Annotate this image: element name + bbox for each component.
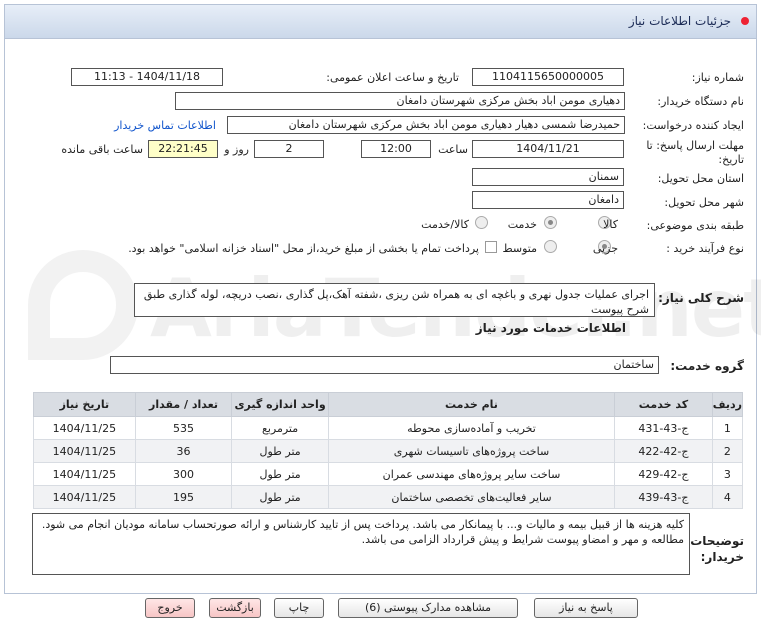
cell-service-name: ساخت سایر پروژه‌های مهندسی عمران bbox=[327, 462, 616, 486]
buyer-contact-link[interactable]: اطلاعات تماس خریدار bbox=[114, 119, 216, 132]
process-minor-label: جزیی bbox=[592, 242, 618, 255]
deadline-label: مهلت ارسال پاسخ: تا تاریخ: bbox=[646, 139, 744, 166]
service-group-label: گروه خدمت: bbox=[670, 359, 744, 373]
cell-row-number: 3 bbox=[711, 462, 744, 486]
cell-quantity: 535 bbox=[134, 416, 233, 440]
category-goods-label: کالا bbox=[603, 218, 618, 231]
cell-quantity: 195 bbox=[134, 485, 233, 509]
cell-row-number: 4 bbox=[711, 485, 744, 509]
service-group-field: ساختمان bbox=[110, 356, 659, 374]
remaining-time-field: 22:21:45 bbox=[148, 140, 218, 158]
table-row: 1 ج-43-431 تخریب و آماده‌سازی محوطه مترم… bbox=[33, 416, 744, 440]
cell-quantity: 36 bbox=[134, 439, 233, 463]
deadline-date-field: 1404/11/21 bbox=[472, 140, 624, 158]
province-field: سمنان bbox=[472, 168, 624, 186]
need-number-label: شماره نیاز: bbox=[691, 71, 744, 84]
cell-row-number: 1 bbox=[711, 416, 744, 440]
col-service-code: کد خدمت bbox=[614, 392, 713, 417]
process-medium-label: متوسط bbox=[502, 242, 537, 255]
print-button[interactable]: چاپ bbox=[274, 598, 324, 618]
cell-service-code: ج-43-439 bbox=[614, 485, 713, 509]
buyer-label: نام دستگاه خریدار: bbox=[657, 95, 744, 108]
notes-textarea[interactable]: کلیه هزینه ها از قبیل بیمه و مالیات و...… bbox=[32, 513, 690, 575]
deadline-time-field: 12:00 bbox=[361, 140, 431, 158]
announce-date-field: 1404/11/18 - 11:13 bbox=[71, 68, 223, 86]
notes-line-2: مطالعه و مهر و امضاو پیوست شرایط و پیش ق… bbox=[361, 533, 684, 546]
cell-unit: متر طول bbox=[231, 462, 329, 486]
category-goods-service-label: کالا/خدمت bbox=[421, 218, 469, 231]
province-label: استان محل تحویل: bbox=[657, 172, 744, 185]
creator-field: حمیدرضا شمسی دهیار دهیاری مومن اباد بخش … bbox=[227, 116, 625, 134]
announce-date-label: تاریخ و ساعت اعلان عمومی: bbox=[326, 71, 459, 84]
col-unit: واحد اندازه گیری bbox=[231, 392, 329, 417]
cell-service-code: ج-43-431 bbox=[614, 416, 713, 440]
col-quantity: تعداد / مقدار bbox=[134, 392, 233, 417]
col-service-name: نام خدمت bbox=[327, 392, 616, 417]
services-table: ردیف کد خدمت نام خدمت واحد اندازه گیری ت… bbox=[33, 392, 744, 509]
treasury-note: پرداخت تمام یا بخشی از مبلغ خرید،از محل … bbox=[128, 242, 479, 255]
remaining-label: ساعت باقی مانده bbox=[61, 143, 143, 156]
summary-label: شرح کلی نیاز: bbox=[658, 291, 744, 305]
category-service-label: خدمت bbox=[507, 218, 537, 231]
treasury-checkbox[interactable] bbox=[485, 241, 497, 253]
table-row: 4 ج-43-439 سایر فعالیت‌های تخصصی ساختمان… bbox=[33, 485, 744, 509]
deadline-time-label: ساعت bbox=[438, 143, 468, 156]
cell-service-name: تخریب و آماده‌سازی محوطه bbox=[327, 416, 616, 440]
cell-service-name: سایر فعالیت‌های تخصصی ساختمان bbox=[327, 485, 616, 509]
reply-button[interactable]: پاسخ به نیاز bbox=[534, 598, 638, 618]
process-label: نوع فرآیند خرید : bbox=[666, 242, 744, 255]
cell-need-date: 1404/11/25 bbox=[33, 485, 136, 509]
category-service-radio[interactable] bbox=[544, 216, 557, 229]
back-button[interactable]: بازگشت bbox=[209, 598, 261, 618]
notes-line-1: کلیه هزینه ها از قبیل بیمه و مالیات و...… bbox=[41, 518, 684, 531]
creator-label: ایجاد کننده درخواست: bbox=[642, 119, 744, 132]
summary-textarea[interactable]: اجرای عملیات جدول نهری و باغچه ای به همر… bbox=[134, 283, 655, 317]
buyer-field: دهیاری مومن اباد بخش مرکزی شهرستان دامغا… bbox=[175, 92, 625, 110]
page-title: جزئیات اطلاعات نیاز bbox=[628, 14, 731, 28]
category-label: طبقه بندی موضوعی: bbox=[646, 219, 744, 232]
days-field: 2 bbox=[254, 140, 324, 158]
need-number-field: 1104115650000005 bbox=[472, 68, 624, 86]
cell-service-code: ج-42-429 bbox=[614, 462, 713, 486]
city-label: شهر محل تحویل: bbox=[664, 196, 744, 209]
bullet-icon bbox=[741, 17, 749, 25]
cell-quantity: 300 bbox=[134, 462, 233, 486]
cell-need-date: 1404/11/25 bbox=[33, 416, 136, 440]
notes-label: توضیحات خریدار: bbox=[690, 534, 744, 564]
cell-unit: متر طول bbox=[231, 439, 329, 463]
col-row-number: ردیف bbox=[711, 392, 744, 417]
table-row: 3 ج-42-429 ساخت سایر پروژه‌های مهندسی عم… bbox=[33, 462, 744, 486]
cell-unit: متر طول bbox=[231, 485, 329, 509]
cell-need-date: 1404/11/25 bbox=[33, 439, 136, 463]
category-goods-service-radio[interactable] bbox=[475, 216, 488, 229]
attachments-button[interactable]: مشاهده مدارک پیوستی (6) bbox=[338, 598, 518, 618]
col-need-date: تاریخ نیاز bbox=[33, 392, 136, 417]
table-header-row: ردیف کد خدمت نام خدمت واحد اندازه گیری ت… bbox=[33, 392, 744, 417]
services-section-title: اطلاعات خدمات مورد نیاز bbox=[475, 321, 626, 335]
cell-service-name: ساخت پروژه‌های تاسیسات شهری bbox=[327, 439, 616, 463]
watermark-logo-icon bbox=[28, 250, 138, 360]
exit-button[interactable]: خروج bbox=[145, 598, 195, 618]
cell-unit: مترمربع bbox=[231, 416, 329, 440]
process-medium-radio[interactable] bbox=[544, 240, 557, 253]
days-label: روز و bbox=[224, 143, 249, 156]
table-row: 2 ج-42-422 ساخت پروژه‌های تاسیسات شهری م… bbox=[33, 439, 744, 463]
cell-service-code: ج-42-422 bbox=[614, 439, 713, 463]
cell-need-date: 1404/11/25 bbox=[33, 462, 136, 486]
city-field: دامغان bbox=[472, 191, 624, 209]
cell-row-number: 2 bbox=[711, 439, 744, 463]
